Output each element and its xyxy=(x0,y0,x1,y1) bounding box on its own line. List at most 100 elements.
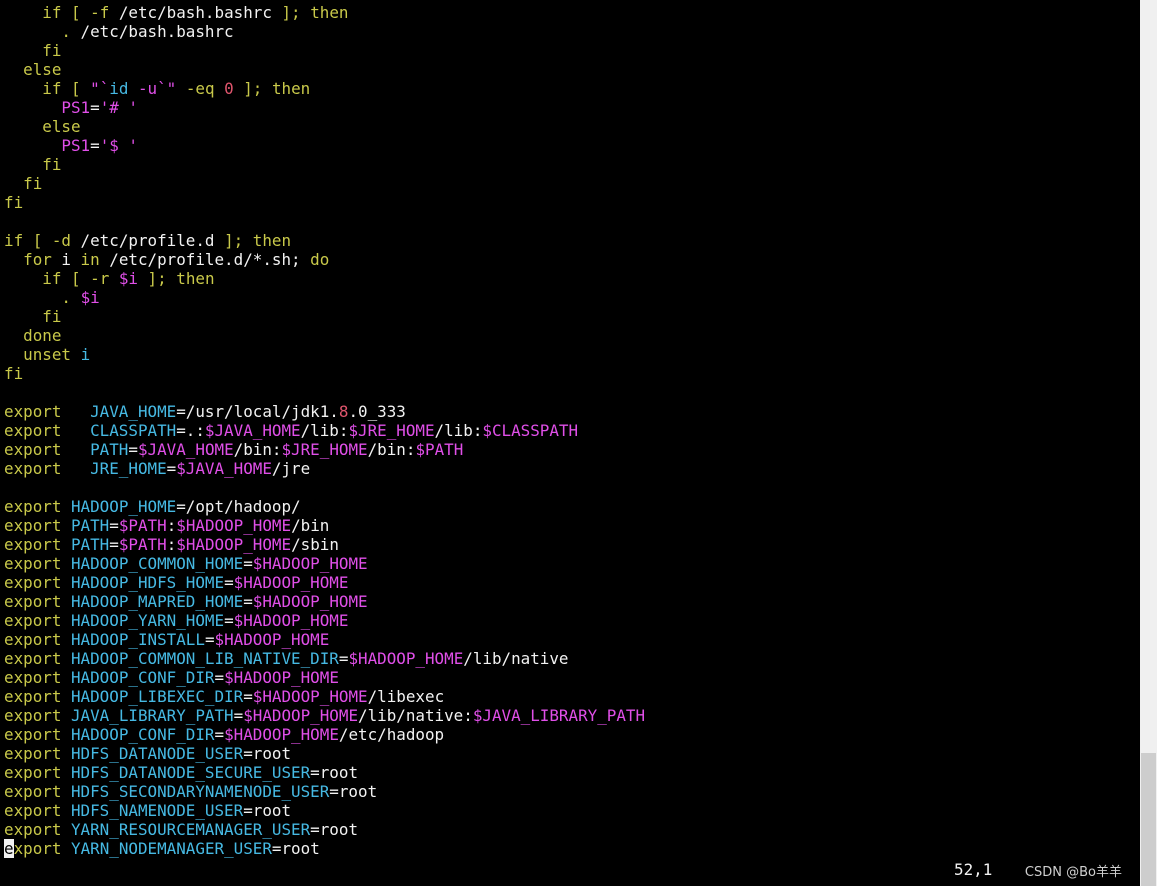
identifier-token: CLASSPATH xyxy=(90,421,177,440)
keyword-token: else xyxy=(42,117,81,136)
text-token: /sbin xyxy=(291,535,339,554)
code-line: export PATH=$JAVA_HOME/bin:$JRE_HOME/bin… xyxy=(4,440,645,459)
keyword-token: export xyxy=(4,516,62,535)
editor-buffer[interactable]: if [ -f /etc/bash.bashrc ]; then . /etc/… xyxy=(4,3,645,858)
keyword-token: . xyxy=(61,22,71,41)
vertical-scrollbar[interactable] xyxy=(1140,0,1157,886)
text-token: = xyxy=(90,136,100,155)
code-line: export PATH=$PATH:$HADOOP_HOME/sbin xyxy=(4,535,645,554)
keyword-token: -d xyxy=(51,231,71,250)
code-line: fi xyxy=(4,364,645,383)
code-line: if [ -f /etc/bash.bashrc ]; then xyxy=(4,3,645,22)
identifier-token: PATH xyxy=(70,516,110,535)
text-token: /bin: xyxy=(367,440,416,459)
code-line: export HADOOP_CONF_DIR=$HADOOP_HOME/etc/… xyxy=(4,725,645,744)
keyword-token: -f xyxy=(90,3,110,22)
identifier-token: HADOOP_MAPRED_HOME xyxy=(70,592,244,611)
variable-token: $HADOOP_HOME xyxy=(348,649,464,668)
variable-token: PS1 xyxy=(61,136,91,155)
keyword-token: export xyxy=(4,706,62,725)
variable-token: $HADOOP_HOME xyxy=(252,592,368,611)
keyword-token: export xyxy=(4,820,62,839)
variable-token: -u xyxy=(128,79,158,98)
variable-token: $JRE_HOME xyxy=(281,440,368,459)
keyword-token: export xyxy=(4,497,62,516)
identifier-token: HDFS_DATANODE_USER xyxy=(70,744,244,763)
code-line: for i in /etc/profile.d/*.sh; do xyxy=(4,250,645,269)
keyword-token: fi xyxy=(42,155,62,174)
identifier-token: YARN_RESOURCEMANAGER_USER xyxy=(70,820,311,839)
identifier-token: HADOOP_YARN_HOME xyxy=(70,611,225,630)
keyword-token: export xyxy=(4,630,62,649)
code-line: export HADOOP_LIBEXEC_DIR=$HADOOP_HOME/l… xyxy=(4,687,645,706)
identifier-token: JAVA_HOME xyxy=(90,402,177,421)
text-cursor: e xyxy=(4,839,14,858)
text-token: =/usr/local/jdk1. xyxy=(176,402,339,421)
identifier-token: HADOOP_HOME xyxy=(70,497,177,516)
code-line: PS1='$ ' xyxy=(4,136,645,155)
keyword-token: fi xyxy=(4,193,24,212)
identifier-token: HADOOP_COMMON_LIB_NATIVE_DIR xyxy=(70,649,339,668)
keyword-token: [ xyxy=(61,269,91,288)
keyword-token: export xyxy=(4,611,62,630)
variable-token: $JRE_HOME xyxy=(348,421,435,440)
variable-token: $CLASSPATH xyxy=(482,421,579,440)
keyword-token: else xyxy=(23,60,62,79)
keyword-token: then xyxy=(176,269,215,288)
keyword-token: [ xyxy=(61,79,91,98)
identifier-token: HADOOP_LIBEXEC_DIR xyxy=(70,687,244,706)
identifier-token: HDFS_DATANODE_SECURE_USER xyxy=(70,763,311,782)
identifier-token: PATH xyxy=(70,535,110,554)
identifier-token: HADOOP_COMMON_HOME xyxy=(70,554,244,573)
scrollbar-thumb[interactable] xyxy=(1141,753,1156,886)
number-token: 0 xyxy=(224,79,234,98)
text-token: : xyxy=(166,535,177,554)
code-line: . $i xyxy=(4,288,645,307)
code-line: fi xyxy=(4,174,645,193)
keyword-token: if xyxy=(4,231,24,250)
text-token: =root xyxy=(243,801,292,820)
text-token: /lib: xyxy=(434,421,483,440)
code-line: export HADOOP_COMMON_HOME=$HADOOP_HOME xyxy=(4,554,645,573)
text-token: =root xyxy=(310,820,359,839)
keyword-token: [ xyxy=(23,231,52,250)
text-token: = xyxy=(109,535,119,554)
keyword-token: ]; xyxy=(281,3,301,22)
variable-token: $i xyxy=(80,288,100,307)
keyword-token: export xyxy=(4,801,62,820)
keyword-token: export xyxy=(4,687,62,706)
keyword-token: xport xyxy=(13,839,62,858)
code-line: export JAVA_HOME=/usr/local/jdk1.8.0_333 xyxy=(4,402,645,421)
keyword-token: unset xyxy=(23,345,71,364)
text-token: /jre xyxy=(271,459,311,478)
terminal-window[interactable]: if [ -f /etc/bash.bashrc ]; then . /etc/… xyxy=(0,0,1140,886)
keyword-token: then xyxy=(310,3,349,22)
text-token: = xyxy=(128,440,138,459)
variable-token: $JAVA_HOME xyxy=(137,440,234,459)
variable-token: $HADOOP_HOME xyxy=(224,668,339,687)
keyword-token: export xyxy=(4,459,62,478)
watermark: CSDN @Bo羊羊 xyxy=(1024,865,1122,880)
keyword-token: ]; xyxy=(137,269,167,288)
keyword-token: fi xyxy=(42,41,62,60)
text-token: = xyxy=(243,687,253,706)
code-line: export HADOOP_MAPRED_HOME=$HADOOP_HOME xyxy=(4,592,645,611)
number-token: 8 xyxy=(338,402,349,421)
